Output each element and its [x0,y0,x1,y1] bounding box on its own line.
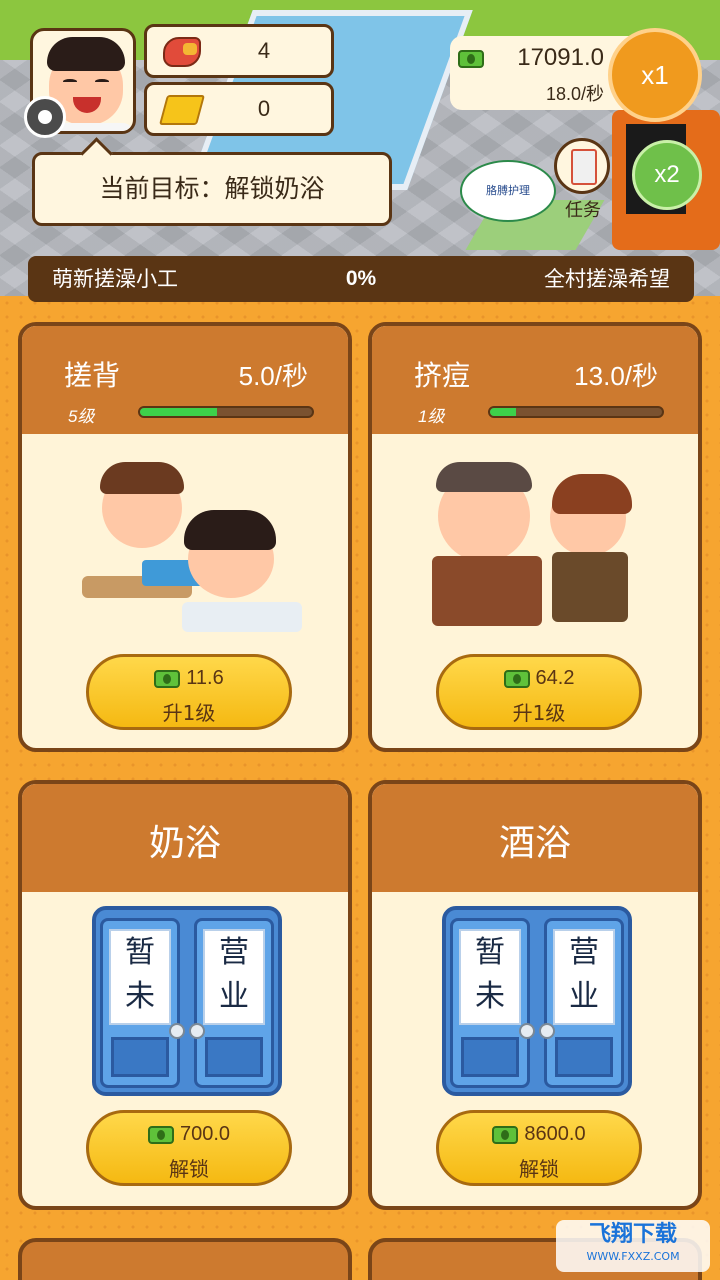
speed-x1-button[interactable]: x1 [608,28,702,122]
unlock-button[interactable]: 700.0 解锁 [86,1110,292,1186]
back-scrub-illustration [72,456,312,646]
avatar-eye-right [95,79,109,84]
upgrade-label: 升1级 [162,701,216,725]
muscle-count: 4 [257,38,271,63]
door-knob [169,1023,185,1039]
door-sign-left: 暂未 [459,929,521,1025]
muscle-resource: 4 [144,24,334,78]
unlock-label: 解锁 [519,1157,559,1181]
upgrade-cost-value: 64.2 [535,667,575,689]
upgrade-cost: 64.2 [439,667,639,690]
level-progress-fill [490,408,516,416]
door-left: 暂未 [450,918,535,1088]
upgrade-cost-value: 11.6 [186,667,224,689]
card-level: 1级 [418,407,445,426]
door-sign-text: 营业 [219,935,249,1014]
door-pane [205,1037,263,1077]
cash-icon [154,669,181,688]
customer-hair [184,510,276,550]
unlock-cost-value: 700.0 [179,1123,231,1145]
locked-card-milk-bath: 奶浴 暂未 营业 700.0 解锁 [18,780,352,1210]
avatar-eye-left [63,79,77,84]
closed-doors: 暂未 营业 [442,906,632,1096]
muscle-icon [163,37,201,67]
cash-icon [503,669,530,688]
money-rate: 18.0/秒 [545,84,604,104]
gold-bar-icon [158,95,206,125]
scrubber-hair [100,462,184,494]
door-knob [519,1023,535,1039]
service-card-pimple: 挤痘 13.0/秒 1级 64.2 升1级 [368,322,702,752]
site-watermark: 飞翔下载 WWW.FXXZ.COM [556,1220,710,1272]
door-left: 暂未 [100,918,185,1088]
rank-progress-bar: 萌新搓澡小工 0% 全村搓澡希望 [28,256,694,302]
door-sign-right: 营业 [553,929,615,1025]
door-pane [461,1037,519,1077]
door-pane [555,1037,613,1077]
cash-icon [147,1125,174,1144]
customer-body [432,556,542,626]
clipboard-icon [554,138,610,194]
watermark-url: WWW.FXXZ.COM [586,1250,680,1263]
door-right: 营业 [189,918,274,1088]
service-card-back-scrub: 搓背 5.0/秒 5级 11.6 升1级 [18,322,352,752]
card-title: 奶浴 [148,823,221,864]
door-sign-text: 营业 [569,935,599,1014]
current-goal: 当前目标：解锁奶浴 [32,152,392,226]
locked-card-wine-bath: 酒浴 暂未 营业 8600.0 解锁 [368,780,702,1210]
door-sign-right: 营业 [203,929,265,1025]
cash-icon [492,1125,519,1144]
speech-bubble: 胳膊护理 [460,160,556,222]
unlock-label: 解锁 [169,1157,209,1181]
card-title: 酒浴 [498,823,571,864]
gold-resource: 0 [144,82,334,136]
unlock-cost-value: 8600.0 [524,1123,586,1145]
card-level: 5级 [68,407,95,426]
upgrade-label: 升1级 [512,701,566,725]
bath-tub [182,602,302,632]
card-title: 挤痘 [414,359,471,392]
avatar-hair [47,37,125,71]
task-label: 任务 [565,200,601,221]
upgrade-button[interactable]: 11.6 升1级 [86,654,292,730]
door-sign-text: 暂未 [475,935,505,1014]
speed-x2-button[interactable]: x2 [632,140,702,210]
worker-body [552,552,628,622]
money-amount: 17091.0 [517,44,604,71]
worker-hair [552,474,632,514]
next-card-peek-left [18,1238,352,1280]
unlock-cost: 8600.0 [439,1123,639,1146]
level-progress-fill [140,408,218,416]
cash-icon [458,50,484,68]
closed-doors: 暂未 营业 [92,906,282,1096]
level-progress [488,406,664,418]
upgrade-cost: 11.6 [89,667,289,690]
card-rate: 13.0/秒 [574,361,658,391]
task-button[interactable]: 任务 [548,138,618,222]
door-knob [539,1023,555,1039]
unlock-cost: 700.0 [89,1123,289,1146]
door-knob [189,1023,205,1039]
gear-icon[interactable] [24,96,66,138]
upgrade-button[interactable]: 64.2 升1级 [436,654,642,730]
level-progress [138,406,314,418]
card-rate: 5.0/秒 [238,361,308,391]
rank-next: 全村搓澡希望 [544,267,670,291]
pimple-illustration [422,456,662,646]
gold-count: 0 [257,96,271,121]
door-pane [111,1037,169,1077]
door-sign-left: 暂未 [109,929,171,1025]
watermark-title: 飞翔下载 [588,1222,677,1247]
customer-hair [436,462,532,492]
unlock-button[interactable]: 8600.0 解锁 [436,1110,642,1186]
card-title: 搓背 [64,359,121,392]
door-sign-text: 暂未 [125,935,155,1014]
door-right: 营业 [539,918,624,1088]
